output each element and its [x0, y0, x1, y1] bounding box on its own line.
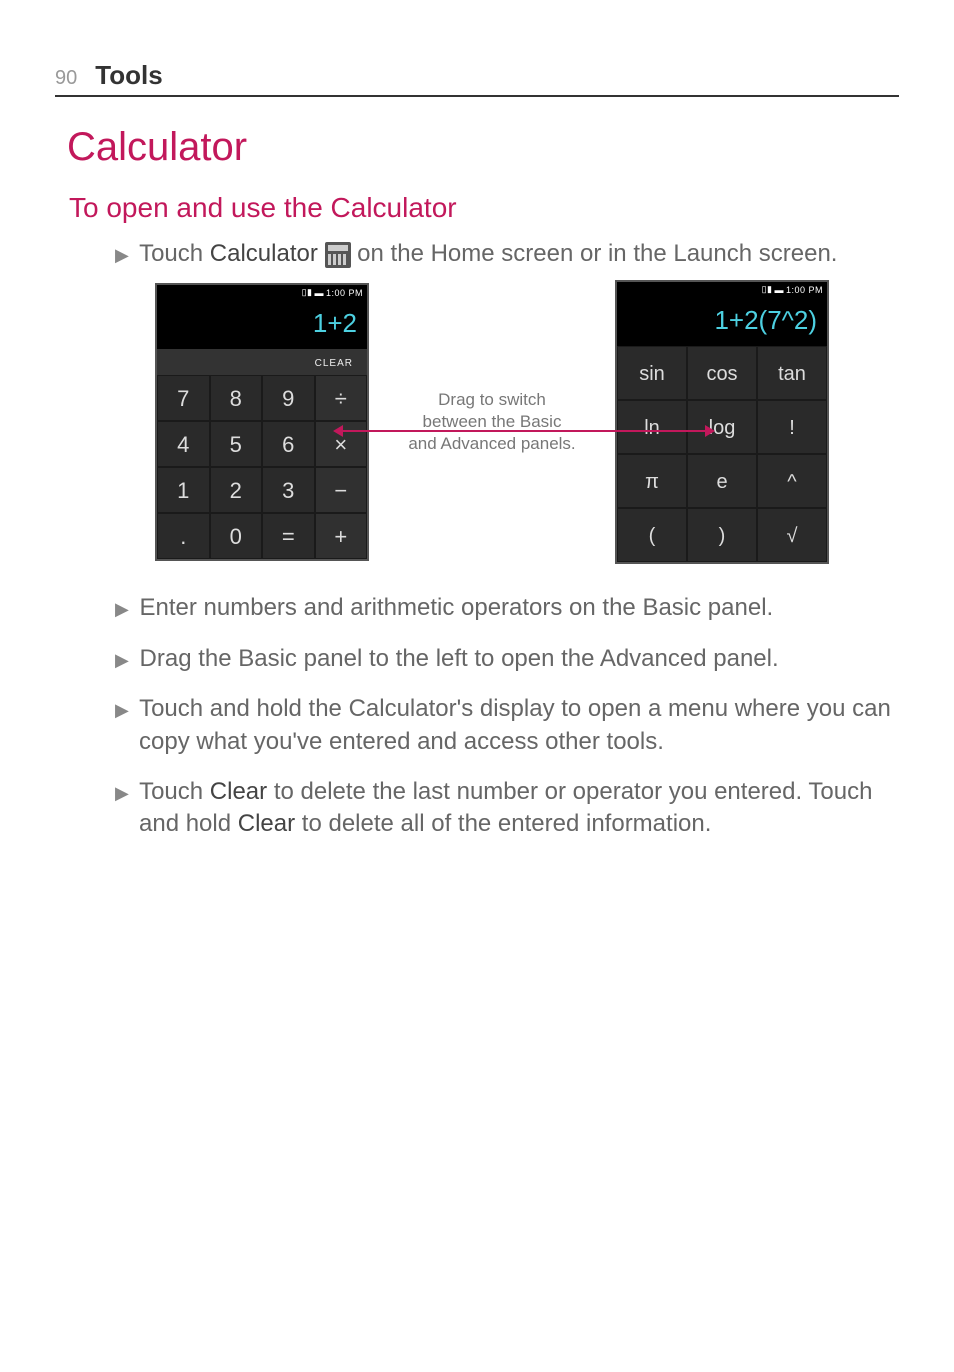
bullet-icon: ▶	[115, 783, 129, 803]
bullet-4-clear1: Clear	[210, 778, 267, 805]
key-pi[interactable]: π	[617, 454, 687, 508]
bullet-4-clear2: Clear	[238, 810, 295, 837]
key-e[interactable]: e	[687, 454, 757, 508]
key-4[interactable]: 4	[157, 421, 210, 467]
page-title: Calculator	[67, 125, 899, 170]
status-time: 1:00 PM	[786, 285, 823, 295]
signal-icon: ▯▮	[762, 284, 773, 295]
key-factorial[interactable]: !	[757, 400, 827, 454]
bullet-icon: ▶	[115, 599, 129, 619]
status-icons: ▯▮ ▬ 1:00 PM	[302, 287, 363, 298]
battery-icon: ▬	[314, 288, 324, 298]
basic-calc-screenshot: ▯▮ ▬ 1:00 PM 1+2 CLEAR 7 8 9 ÷ 4 5 6 × 1…	[155, 283, 369, 561]
bullet-icon: ▶	[115, 650, 129, 670]
key-8[interactable]: 8	[210, 375, 263, 421]
key-close-paren[interactable]: )	[687, 508, 757, 562]
key-cos[interactable]: cos	[687, 346, 757, 400]
battery-icon: ▬	[774, 285, 784, 295]
figure-row: ▯▮ ▬ 1:00 PM 1+2 CLEAR 7 8 9 ÷ 4 5 6 × 1…	[155, 280, 899, 564]
key-6[interactable]: 6	[262, 421, 315, 467]
key-ln[interactable]: ln	[617, 400, 687, 454]
status-bar: ▯▮ ▬ 1:00 PM	[617, 282, 827, 297]
status-icons: ▯▮ ▬ 1:00 PM	[762, 284, 823, 295]
figure-caption: Drag to switch between the Basic and Adv…	[387, 389, 597, 455]
caption-line3: and Advanced panels.	[387, 433, 597, 455]
key-2[interactable]: 2	[210, 467, 263, 513]
key-1[interactable]: 1	[157, 467, 210, 513]
clear-button[interactable]: CLEAR	[315, 358, 353, 369]
calculator-icon	[325, 242, 351, 268]
intro-pre: Touch	[139, 240, 210, 267]
key-log[interactable]: log	[687, 400, 757, 454]
bullet-4-pre: Touch	[139, 778, 210, 805]
bullet-4-post: to delete all of the entered information…	[295, 810, 711, 837]
key-0[interactable]: 0	[210, 513, 263, 559]
calc-display[interactable]: 1+2	[157, 300, 367, 349]
bullet-3: ▶ Touch and hold the Calculator's displa…	[115, 693, 899, 758]
bullet-1-text: Enter numbers and arithmetic operators o…	[140, 594, 774, 621]
caption-line1: Drag to switch	[387, 389, 597, 411]
key-divide[interactable]: ÷	[315, 375, 368, 421]
bullet-4: ▶ Touch Clear to delete the last number …	[115, 776, 899, 841]
key-open-paren[interactable]: (	[617, 508, 687, 562]
bullet-list: ▶ Enter numbers and arithmetic operators…	[55, 592, 899, 840]
arrow-line	[339, 430, 709, 432]
key-power[interactable]: ^	[757, 454, 827, 508]
status-time: 1:00 PM	[326, 288, 363, 298]
key-minus[interactable]: −	[315, 467, 368, 513]
page-number: 90	[55, 67, 77, 90]
key-equals[interactable]: =	[262, 513, 315, 559]
bullet-icon: ▶	[115, 245, 129, 265]
subsection-title: To open and use the Calculator	[69, 192, 899, 224]
advanced-keypad: sin cos tan ln log ! π e ^ ( ) √	[617, 346, 827, 562]
key-sqrt[interactable]: √	[757, 508, 827, 562]
key-5[interactable]: 5	[210, 421, 263, 467]
bullet-1: ▶ Enter numbers and arithmetic operators…	[115, 592, 899, 624]
key-tan[interactable]: tan	[757, 346, 827, 400]
signal-icon: ▯▮	[302, 287, 313, 298]
status-bar: ▯▮ ▬ 1:00 PM	[157, 285, 367, 300]
key-dot[interactable]: .	[157, 513, 210, 559]
bullet-icon: ▶	[115, 700, 129, 720]
bullet-2: ▶ Drag the Basic panel to the left to op…	[115, 643, 899, 675]
arrow-left-icon	[333, 425, 343, 437]
key-9[interactable]: 9	[262, 375, 315, 421]
key-sin[interactable]: sin	[617, 346, 687, 400]
calc-display[interactable]: 1+2(7^2)	[617, 297, 827, 346]
key-plus[interactable]: +	[315, 513, 368, 559]
intro-app-name: Calculator	[210, 240, 318, 267]
page-header: 90 Tools	[55, 60, 899, 97]
intro-post: on the Home screen or in the Launch scre…	[351, 240, 838, 267]
key-3[interactable]: 3	[262, 467, 315, 513]
basic-keypad: 7 8 9 ÷ 4 5 6 × 1 2 3 − . 0 = +	[157, 375, 367, 559]
intro-paragraph: ▶ Touch Calculator on the Home screen or…	[115, 238, 899, 270]
advanced-calc-screenshot: ▯▮ ▬ 1:00 PM 1+2(7^2) sin cos tan ln log…	[615, 280, 829, 564]
key-7[interactable]: 7	[157, 375, 210, 421]
arrow-right-icon	[705, 425, 715, 437]
clear-row: CLEAR	[157, 349, 367, 375]
bullet-2-text: Drag the Basic panel to the left to open…	[140, 645, 779, 672]
bullet-3-text: Touch and hold the Calculator's display …	[139, 695, 891, 754]
section-title: Tools	[95, 60, 162, 91]
